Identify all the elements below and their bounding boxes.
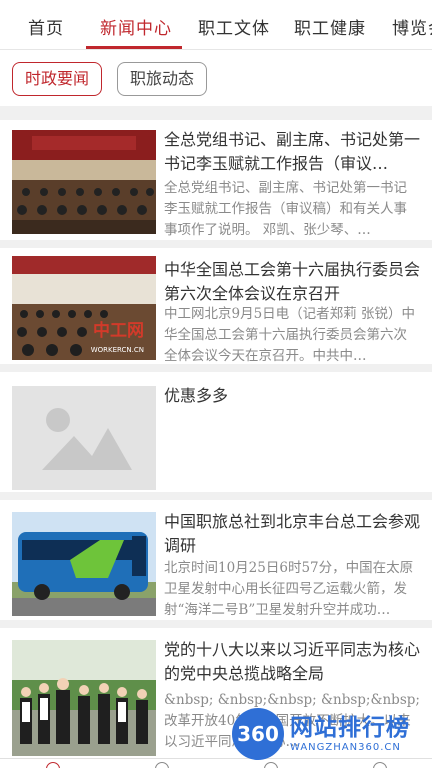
- news-item[interactable]: 全总党组书记、副主席、书记处第一书记李玉赋就工作报告（审议… 全总党组书记、副主…: [0, 120, 432, 248]
- news-thumbnail: [12, 640, 156, 756]
- subtab-travel-news[interactable]: 职旅动态: [117, 62, 208, 96]
- news-thumbnail: [12, 512, 156, 616]
- thumbnail-url-text: WORKERCN.CN: [91, 346, 144, 354]
- site-watermark: 360 网站排行榜 WANGZHAN360.CN: [232, 704, 428, 766]
- active-tab-indicator: [86, 46, 182, 49]
- watermark-url: WANGZHAN360.CN: [290, 742, 401, 753]
- news-title: 党的十八大以来以习近平同志为核心的党中央总揽战略全局: [164, 640, 420, 683]
- sub-tab-bar: 时政要闻 职旅动态: [0, 50, 432, 106]
- tab-home[interactable]: 首页: [28, 14, 64, 39]
- news-thumbnail: 中工网 WORKERCN.CN: [12, 256, 156, 360]
- tab-expo[interactable]: 博览会: [392, 14, 432, 39]
- nav-home-icon[interactable]: [46, 762, 60, 768]
- news-thumbnail: [12, 130, 156, 234]
- news-title: 中国职旅总社到北京丰台总工会参观调研: [164, 512, 420, 555]
- news-item[interactable]: 中工网 WORKERCN.CN 中华全国总工会第十六届执行委员会第六次全体会议在…: [0, 248, 432, 372]
- news-title: 优惠多多: [164, 386, 229, 405]
- tab-worker-health[interactable]: 职工健康: [294, 14, 366, 39]
- image-placeholder-icon: [12, 386, 156, 490]
- news-summary: 中工网北京9月5日电（记者郑莉 张锐）中华全国总工会第十六届执行委员会第六次全体…: [164, 306, 415, 364]
- section-divider: [0, 106, 432, 120]
- thumbnail-logo-text: 中工网: [93, 320, 144, 341]
- watermark-text: 网站排行榜: [290, 715, 410, 741]
- news-summary: 全总党组书记、副主席、书记处第一书记李玉赋就工作报告（审议稿）和有关人事事项作了…: [164, 180, 407, 238]
- news-title: 全总党组书记、副主席、书记处第一书记李玉赋就工作报告（审议…: [164, 130, 420, 173]
- image-placeholder: [12, 386, 156, 490]
- news-title: 中华全国总工会第十六届执行委员会第六次全体会议在京召开: [164, 260, 420, 303]
- news-summary: 北京时间10月25日6时57分，中国在太原卫星发射中心用长征四号乙运载火箭，发射…: [164, 560, 414, 618]
- top-tab-bar: 首页 新闻中心 职工文体 职工健康 博览会: [0, 0, 432, 50]
- watermark-badge: 360: [232, 708, 284, 760]
- subtab-political-news[interactable]: 时政要闻: [12, 62, 103, 96]
- nav-discover-icon[interactable]: [155, 762, 169, 768]
- tab-worker-culture[interactable]: 职工文体: [198, 14, 270, 39]
- news-item[interactable]: 中国职旅总社到北京丰台总工会参观调研 北京时间10月25日6时57分，中国在太原…: [0, 500, 432, 628]
- tab-news-center[interactable]: 新闻中心: [100, 14, 172, 39]
- news-item[interactable]: 优惠多多: [0, 372, 432, 500]
